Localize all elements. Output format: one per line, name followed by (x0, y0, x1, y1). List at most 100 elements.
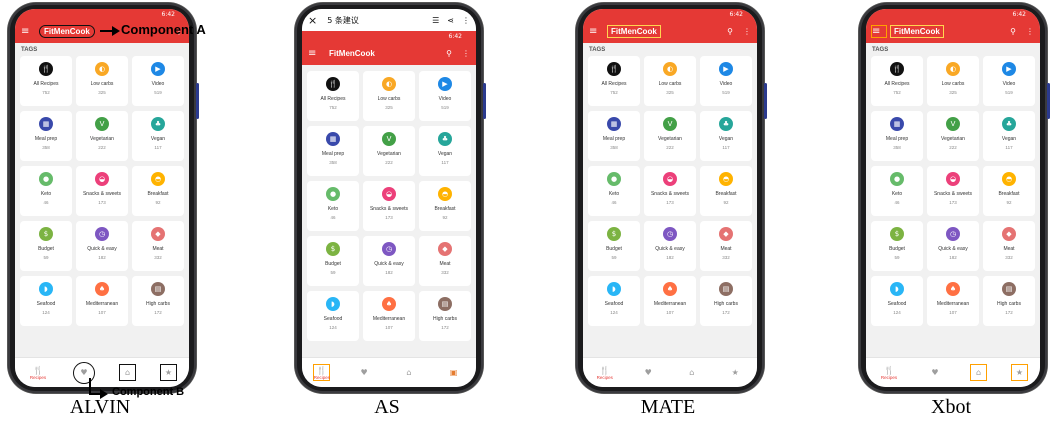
tag-card[interactable]: ♣ Vegan 117 (983, 111, 1035, 161)
side-button (483, 83, 486, 119)
tag-card[interactable]: ▶ Video 519 (132, 56, 184, 106)
more-vert-icon[interactable]: ⋮ (1026, 27, 1034, 36)
tag-card[interactable]: $ Budget 59 (307, 236, 359, 286)
tag-card[interactable]: $ Budget 59 (588, 221, 640, 271)
tag-card[interactable]: ◒ Snacks & sweets 173 (363, 181, 415, 231)
tag-card[interactable]: ● Keto 46 (20, 166, 72, 216)
tag-card[interactable]: ◆ Meat 332 (419, 236, 471, 286)
hamburger-icon[interactable]: ≡ (308, 48, 322, 59)
tag-card[interactable]: ◗ Seafood 124 (871, 276, 923, 326)
tag-card[interactable]: ▶ Video 519 (700, 56, 752, 106)
tag-card[interactable]: V Vegetarian 222 (363, 126, 415, 176)
tag-card[interactable]: ◗ Seafood 124 (588, 276, 640, 326)
tag-card[interactable]: ◓ Breakfast 92 (700, 166, 752, 216)
nav-star[interactable]: ▣ (443, 362, 465, 384)
fish-icon: ◗ (607, 282, 621, 296)
tag-card[interactable]: ▶ Video 519 (983, 56, 1035, 106)
nav-star[interactable]: ★ (160, 364, 177, 381)
tag-card[interactable]: ♣ Vegan 117 (419, 126, 471, 176)
tag-card[interactable]: ♣ Vegan 117 (132, 111, 184, 161)
tag-card[interactable]: ♠ Mediterranean 107 (644, 276, 696, 326)
tag-card[interactable]: ▶ Video 519 (419, 71, 471, 121)
hamburger-icon[interactable]: ≡ (871, 24, 887, 38)
tag-card[interactable]: ◆ Meat 332 (700, 221, 752, 271)
nav-basket[interactable]: ⌂ (970, 364, 987, 381)
more-vert-icon[interactable]: ⋮ (743, 27, 751, 36)
tag-card[interactable]: ▤ High carbs 172 (419, 291, 471, 341)
list-icon[interactable]: ☰ (432, 16, 439, 25)
tag-card[interactable]: ◐ Low carbs 325 (644, 56, 696, 106)
close-icon[interactable]: × (308, 14, 317, 27)
tag-card[interactable]: ◓ Breakfast 92 (419, 181, 471, 231)
tag-card[interactable]: ♠ Mediterranean 107 (363, 291, 415, 341)
tag-card[interactable]: $ Budget 59 (871, 221, 923, 271)
tag-card[interactable]: V Vegetarian 222 (76, 111, 128, 161)
search-icon[interactable]: ⚲ (727, 27, 733, 36)
tag-card[interactable]: ◷ Quick & easy 182 (927, 221, 979, 271)
tag-count: 117 (154, 145, 162, 150)
tag-card[interactable]: ♠ Mediterranean 107 (927, 276, 979, 326)
tag-card[interactable]: ◓ Breakfast 92 (132, 166, 184, 216)
tag-card[interactable]: ◷ Quick & easy 182 (644, 221, 696, 271)
tag-card[interactable]: ▦ Meal prep 358 (20, 111, 72, 161)
tags-label: TAGS (872, 47, 889, 53)
tag-count: 172 (1005, 310, 1013, 315)
tag-card[interactable]: $ Budget 59 (20, 221, 72, 271)
tag-card[interactable]: ◓ Breakfast 92 (983, 166, 1035, 216)
tag-card[interactable]: ◗ Seafood 124 (307, 291, 359, 341)
tag-card[interactable]: ▦ Meal prep 358 (871, 111, 923, 161)
nav-basket[interactable]: ⌂ (119, 364, 136, 381)
tag-card[interactable]: ● Keto 46 (588, 166, 640, 216)
tag-card[interactable]: ◒ Snacks & sweets 173 (644, 166, 696, 216)
tag-card[interactable]: 🍴 All Recipes 752 (307, 71, 359, 121)
tag-card[interactable]: 🍴 All Recipes 752 (588, 56, 640, 106)
nav-recipes[interactable]: 🍴 Recipes (594, 362, 616, 384)
tag-label: Vegetarian (90, 136, 114, 142)
tag-card[interactable]: V Vegetarian 222 (927, 111, 979, 161)
tag-card[interactable]: ◷ Quick & easy 182 (363, 236, 415, 286)
tag-card[interactable]: ◐ Low carbs 325 (363, 71, 415, 121)
nav-favorites[interactable]: ♥ (73, 361, 95, 384)
tag-card[interactable]: ◆ Meat 332 (132, 221, 184, 271)
status-time: 6:42 (729, 10, 743, 18)
tag-card[interactable]: V Vegetarian 222 (644, 111, 696, 161)
tag-card[interactable]: ◷ Quick & easy 182 (76, 221, 128, 271)
nav-basket[interactable]: ⌂ (681, 362, 703, 384)
tag-card[interactable]: ◐ Low carbs 325 (76, 56, 128, 106)
nav-star[interactable]: ★ (1011, 364, 1028, 381)
tag-card[interactable]: ◆ Meat 332 (983, 221, 1035, 271)
more-vert-icon[interactable]: ⋮ (462, 16, 470, 25)
nav-recipes[interactable]: 🍴 Recipes (878, 362, 900, 384)
tag-card[interactable]: ● Keto 46 (871, 166, 923, 216)
calendar-icon: ▦ (890, 117, 904, 131)
hamburger-icon[interactable]: ≡ (589, 26, 603, 37)
nav-favorites[interactable]: ♥ (353, 362, 375, 384)
tag-card[interactable]: ▤ High carbs 172 (983, 276, 1035, 326)
tag-count: 173 (385, 215, 393, 220)
search-icon[interactable]: ⚲ (1010, 27, 1016, 36)
hamburger-icon[interactable]: ≡ (21, 26, 35, 37)
tag-card[interactable]: ◒ Snacks & sweets 173 (76, 166, 128, 216)
tag-card[interactable]: ▦ Meal prep 358 (307, 126, 359, 176)
nav-star[interactable]: ★ (724, 362, 746, 384)
tag-card[interactable]: ♣ Vegan 117 (700, 111, 752, 161)
tag-card[interactable]: 🍴 All Recipes 752 (871, 56, 923, 106)
tag-card[interactable]: ▤ High carbs 172 (132, 276, 184, 326)
tag-card[interactable]: ● Keto 46 (307, 181, 359, 231)
tag-card[interactable]: ▤ High carbs 172 (700, 276, 752, 326)
nav-favorites[interactable]: ♥ (637, 362, 659, 384)
nav-basket[interactable]: ⌂ (398, 362, 420, 384)
nav-favorites[interactable]: ♥ (924, 362, 946, 384)
tag-card[interactable]: ◒ Snacks & sweets 173 (927, 166, 979, 216)
nav-recipes[interactable]: 🍴 Recipes (313, 364, 331, 381)
tag-card[interactable]: ◗ Seafood 124 (20, 276, 72, 326)
bread-icon: ◐ (95, 62, 109, 76)
nav-recipes[interactable]: 🍴 Recipes (27, 362, 49, 384)
tag-card[interactable]: ◐ Low carbs 325 (927, 56, 979, 106)
tag-card[interactable]: 🍴 All Recipes 752 (20, 56, 72, 106)
search-icon[interactable]: ⚲ (446, 49, 452, 58)
tag-card[interactable]: ♠ Mediterranean 107 (76, 276, 128, 326)
share-icon[interactable]: ⋖ (447, 16, 454, 25)
more-vert-icon[interactable]: ⋮ (462, 49, 470, 58)
tag-card[interactable]: ▦ Meal prep 358 (588, 111, 640, 161)
